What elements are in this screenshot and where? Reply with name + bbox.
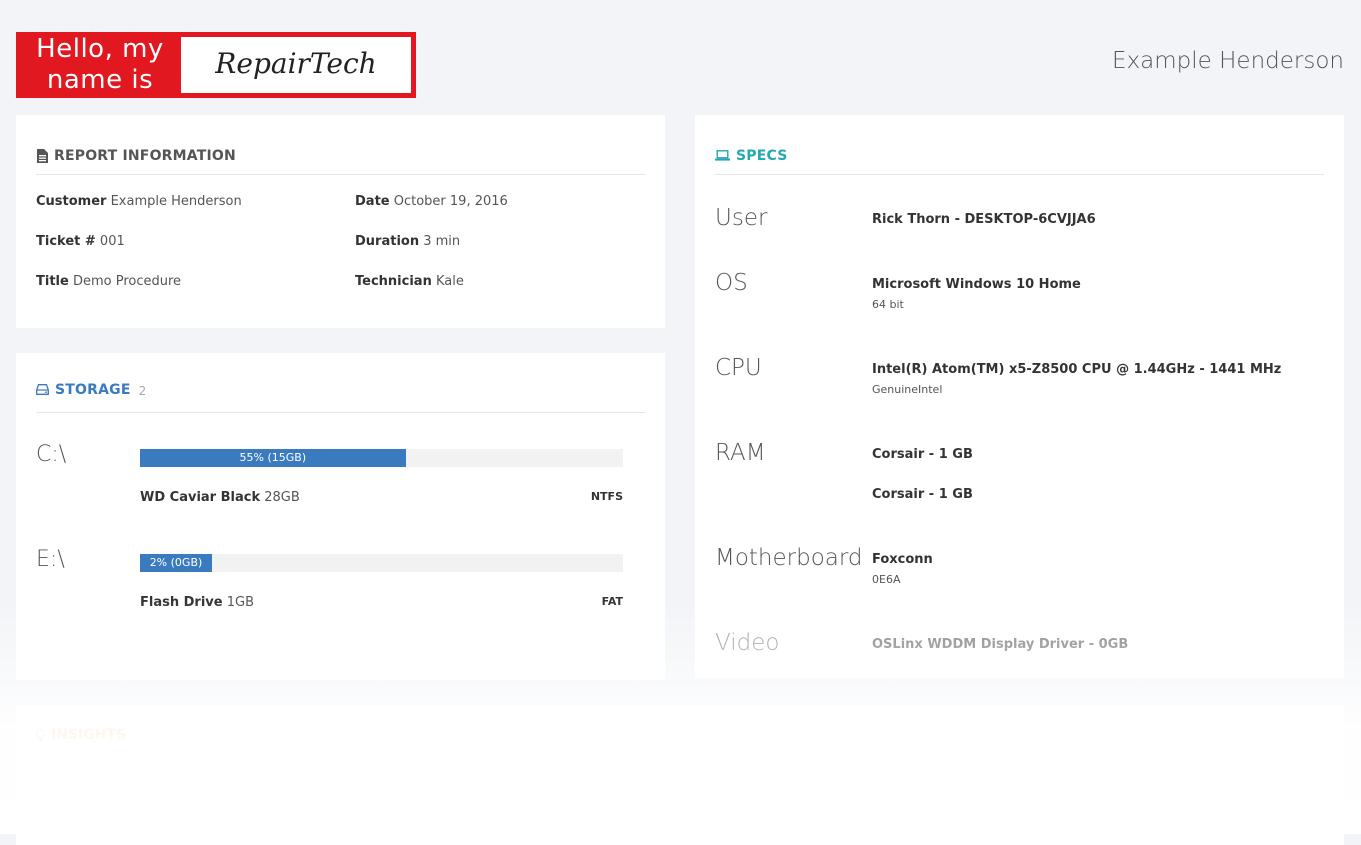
info-title: Title Demo Procedure [36, 274, 181, 289]
specs-panel: SPECS User Rick Thorn - DESKTOP-6CVJJA6 … [695, 115, 1344, 678]
badge-brand-name: RepairTech [215, 47, 377, 80]
spec-value-cpu: Intel(R) Atom(TM) x5-Z8500 CPU @ 1.44GHz… [872, 362, 1282, 377]
storage-title: STORAGE [55, 381, 131, 398]
info-ticket: Ticket # 001 [36, 234, 125, 249]
spec-subvalue-motherboard: 0E6A [872, 573, 901, 586]
report-info-title: REPORT INFORMATION [54, 147, 236, 164]
hdd-icon [36, 384, 49, 395]
insights-title: INSIGHTS [51, 727, 127, 743]
info-label: Title [36, 274, 69, 289]
specs-title: SPECS [736, 147, 788, 164]
specs-header: SPECS [715, 137, 1324, 175]
spec-value-video: OSLinx WDDM Display Driver - 0GB [872, 637, 1129, 652]
info-duration: Duration 3 min [355, 234, 460, 249]
info-label: Ticket # [36, 234, 96, 249]
report-info-panel: REPORT INFORMATION Customer Example Hend… [16, 115, 665, 328]
info-value: Demo Procedure [72, 274, 182, 289]
brand-badge: Hello, my name is RepairTech [16, 32, 416, 98]
spec-label-user: User [715, 205, 768, 231]
info-label: Technician [355, 274, 432, 289]
storage-panel: STORAGE 2 C:\ 55% (15GB) WD Caviar Black… [16, 353, 665, 680]
drive-size: 28GB [264, 490, 300, 505]
info-customer: Customer Example Henderson [36, 194, 242, 209]
spec-subvalue-os: 64 bit [872, 298, 904, 311]
spec-subvalue-cpu: GenuineIntel [872, 383, 943, 396]
spec-value-motherboard: Foxconn [872, 552, 933, 567]
header-customer-name: Example Henderson [1112, 48, 1344, 74]
drive-name-row: Flash Drive 1GB [140, 595, 254, 610]
insights-panel: INSIGHTS [16, 705, 1344, 845]
info-value: 001 [99, 234, 125, 249]
drive-filesystem: NTFS [590, 490, 623, 503]
info-label: Duration [355, 234, 420, 249]
badge-name-area: RepairTech [181, 37, 411, 93]
spec-value-user: Rick Thorn - DESKTOP-6CVJJA6 [872, 212, 1096, 227]
info-value: October 19, 2016 [393, 194, 508, 209]
file-text-icon [37, 148, 48, 163]
drive-letter: E:\ [36, 547, 65, 572]
info-value: Kale [435, 274, 464, 289]
laptop-icon [715, 150, 730, 161]
info-value: Example Henderson [110, 194, 242, 209]
report-info-header: REPORT INFORMATION [36, 137, 645, 175]
info-technician: Technician Kale [355, 274, 464, 289]
drive-model: WD Caviar Black [140, 490, 261, 505]
spec-value-os: Microsoft Windows 10 Home [872, 277, 1081, 292]
spec-label-motherboard: Motherboard [715, 545, 863, 571]
drive-letter: C:\ [36, 442, 67, 467]
spec-value-ram-2: Corsair - 1 GB [872, 487, 973, 502]
drive-model: Flash Drive [140, 595, 223, 610]
insights-header: INSIGHTS [36, 727, 126, 743]
spec-label-cpu: CPU [715, 355, 762, 381]
info-date: Date October 19, 2016 [355, 194, 508, 209]
storage-header: STORAGE 2 [36, 367, 645, 413]
info-label: Date [355, 194, 390, 209]
drive-usage-bar: 2% (0GB) [140, 554, 623, 572]
badge-hello-text: Hello, my name is [36, 34, 164, 95]
drive-usage-fill: 55% (15GB) [140, 449, 406, 467]
spec-value-ram: Corsair - 1 GB [872, 447, 973, 462]
storage-count: 2 [138, 384, 147, 398]
drive-filesystem: FAT [601, 595, 623, 608]
info-value: 3 min [423, 234, 461, 249]
drive-size: 1GB [226, 595, 254, 610]
drive-name-row: WD Caviar Black 28GB [140, 490, 300, 505]
spec-label-ram: RAM [715, 440, 766, 466]
info-label: Customer [36, 194, 107, 209]
spec-label-os: OS [715, 270, 748, 296]
lightbulb-icon [36, 728, 45, 741]
drive-usage-bar: 55% (15GB) [140, 449, 623, 467]
spec-label-video: Video [715, 630, 780, 656]
drive-usage-fill: 2% (0GB) [140, 554, 212, 572]
